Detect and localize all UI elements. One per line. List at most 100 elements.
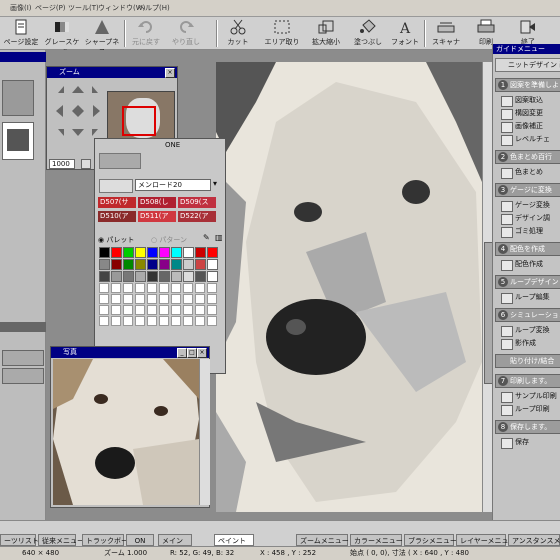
palette-swatch[interactable] [123,247,134,258]
palette-empty-slot[interactable] [171,305,181,315]
palette-swatch[interactable] [135,247,146,258]
palette-swatch[interactable] [147,271,158,282]
palette-swatch[interactable] [207,271,218,282]
font-select[interactable]: メンロード20 [135,179,211,191]
guide-section-header[interactable]: 6シミュレーション [495,308,560,322]
color-code-item[interactable]: D508(し [138,197,176,208]
main-canvas[interactable]: ズーム × 1000 ⊖ ⊕ ONE メンロード20 ▾ D507(サ D508… [46,50,493,520]
close-icon[interactable]: × [165,68,175,78]
palette-empty-slot[interactable] [195,283,205,293]
page-setup-button[interactable]: ページ設定 [2,19,40,48]
guide-section-header[interactable]: 2 色まとめ百行 [495,150,560,164]
palette-empty-slot[interactable] [207,316,217,326]
palette-swatch[interactable] [135,259,146,270]
trackball-button[interactable]: トラックボール [82,534,135,546]
palette-empty-slot[interactable] [135,294,145,304]
guide-section-header[interactable]: 8 保存します。 [495,420,560,434]
classic-menu-button[interactable]: 従来メニュー [38,534,84,546]
trash-icon[interactable]: ▥ [215,233,223,242]
palette-swatch[interactable] [207,259,218,270]
palette-swatch[interactable] [195,247,206,258]
palette-swatch[interactable] [99,259,110,270]
pixel-dog-image[interactable] [216,62,482,512]
font-button[interactable]: A フォント [390,19,420,48]
color-code-item[interactable]: D511(ア [138,211,176,222]
palette-empty-slot[interactable] [207,294,217,304]
guide-section-header[interactable]: 5 ループデザイン [495,275,560,289]
tab-palette[interactable]: ◉ パレット [98,235,153,245]
guide-section-header[interactable]: 4 配色を作成 [495,242,560,256]
chevron-down-icon[interactable]: ▾ [213,179,217,188]
palette-empty-slot[interactable] [183,305,193,315]
maximize-icon[interactable]: □ [187,348,197,358]
palette-empty-slot[interactable] [111,305,121,315]
palette-swatch[interactable] [183,247,194,258]
brush-menu-tab[interactable]: ブラシメニュー [404,534,457,546]
guide-item-button[interactable]: ループ編集 [501,291,560,304]
minimize-icon[interactable]: _ [177,348,187,358]
menu-page[interactable]: ページ(P) [35,3,66,13]
palette-empty-slot[interactable] [99,294,109,304]
palette-empty-slot[interactable] [183,316,193,326]
palette-swatch[interactable] [159,271,170,282]
main-tab[interactable]: メイン [158,534,192,546]
palette-swatch[interactable] [159,259,170,270]
palette-empty-slot[interactable] [123,316,133,326]
layer-item[interactable] [2,368,44,384]
palette-empty-slot[interactable] [171,294,181,304]
palette-empty-slot[interactable] [159,294,169,304]
tab-pattern[interactable]: ○ パターン [151,235,201,245]
guide-item-button[interactable]: サンプル印刷 [501,390,560,403]
guide-item-button[interactable]: 画像補正 [501,120,560,133]
area-select-button[interactable]: エリア取り [262,19,302,48]
palette-swatch[interactable] [171,271,182,282]
guide-item-button[interactable]: 色まとめ [501,166,560,179]
photo-scrollbar[interactable] [199,359,210,505]
instance-menu-tab[interactable]: アンスタンスメニュー [508,534,560,546]
guide-item-button[interactable]: 影作成 [501,337,560,350]
undo-button[interactable]: 元に戻す [128,19,164,48]
palette-swatch[interactable] [195,259,206,270]
palette-empty-slot[interactable] [123,283,133,293]
palette-empty-slot[interactable] [159,305,169,315]
palette-swatch[interactable] [147,247,158,258]
color-code-item[interactable]: D507(サ [98,197,136,208]
zoom-dropdown[interactable] [81,159,91,169]
palette-swatch[interactable] [195,271,206,282]
palette-empty-slot[interactable] [147,305,157,315]
palette-swatch[interactable] [135,271,146,282]
fill-button[interactable]: 塗つぶし [348,19,388,48]
palette-swatch[interactable] [99,247,110,258]
palette-empty-slot[interactable] [195,305,205,315]
palette-empty-slot[interactable] [159,283,169,293]
palette-empty-slot[interactable] [135,305,145,315]
sharpness-button[interactable]: シャープネス [84,19,120,56]
guide-section-header[interactable]: 3 ゲージに変換 [495,183,560,197]
palette-empty-slot[interactable] [147,316,157,326]
palette-swatch[interactable] [159,247,170,258]
palette-swatch[interactable] [123,259,134,270]
guide-section-header[interactable]: 7 印刷します。 [495,374,560,388]
palette-empty-slot[interactable] [99,305,109,315]
color-code-item[interactable]: D509(ス [178,197,216,208]
palette-swatch[interactable] [147,259,158,270]
menu-tool[interactable]: ツール(T) [68,3,99,13]
palette-empty-slot[interactable] [123,305,133,315]
guide-item-button[interactable]: デザイン調 [501,212,560,225]
page-thumbnail-selected[interactable] [2,122,34,160]
color-code-item[interactable]: D522(ア [178,211,216,222]
layer-item[interactable] [2,350,44,366]
guide-item-button[interactable]: ループ印刷 [501,403,560,416]
trackball-on-toggle[interactable]: ON [126,534,154,546]
palette-empty-slot[interactable] [135,316,145,326]
palette-empty-slot[interactable] [159,316,169,326]
palette-empty-slot[interactable] [195,316,205,326]
palette-empty-slot[interactable] [147,283,157,293]
palette-swatch[interactable] [183,271,194,282]
palette-empty-slot[interactable] [111,316,121,326]
palette-swatch[interactable] [183,259,194,270]
menu-image[interactable]: 画像(I) [10,3,32,13]
eyedropper-icon[interactable]: ✎ [203,233,210,242]
guide-tab[interactable]: ニットデザイン 画像 [495,58,560,72]
palette-swatch[interactable] [111,259,122,270]
